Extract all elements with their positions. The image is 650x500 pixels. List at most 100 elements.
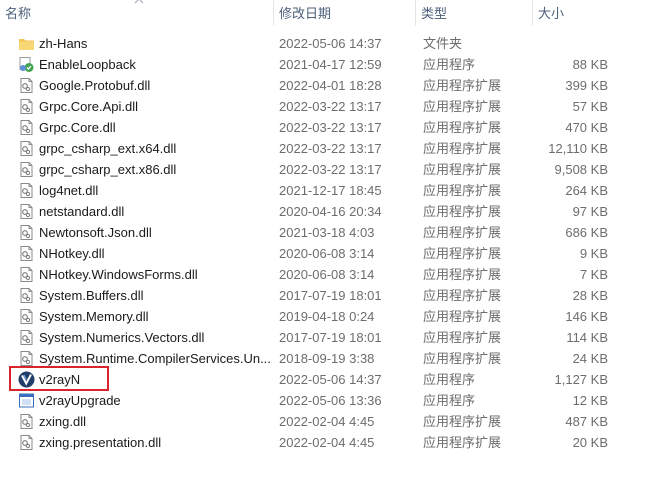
file-name: System.Memory.dll — [39, 309, 149, 324]
file-type: 应用程序扩展 — [423, 351, 502, 366]
file-size: 97 KB — [572, 204, 608, 219]
file-date: 2022-03-22 13:17 — [279, 120, 382, 135]
file-type: 应用程序扩展 — [423, 162, 502, 177]
file-row[interactable]: zh-Hans 2022-05-06 14:37 文件夹 — [0, 33, 650, 54]
dll-icon — [18, 245, 35, 262]
file-type: 应用程序扩展 — [423, 78, 502, 93]
file-type: 应用程序扩展 — [423, 99, 502, 114]
file-name: grpc_csharp_ext.x86.dll — [39, 162, 177, 177]
file-size: 12 KB — [572, 393, 608, 408]
column-header-date[interactable]: 修改日期 — [273, 0, 415, 26]
file-row[interactable]: log4net.dll 2021-12-17 18:45 应用程序扩展 264 KB — [0, 180, 650, 201]
file-size: 28 KB — [572, 288, 608, 303]
file-row[interactable]: Grpc.Core.dll 2022-03-22 13:17 应用程序扩展 470 K… — [0, 117, 650, 138]
v2rayn-highlight-box — [9, 366, 109, 391]
file-date: 2022-05-06 14:37 — [279, 372, 382, 387]
folder-icon — [18, 35, 35, 52]
file-size: 1,127 KB — [554, 372, 609, 387]
file-size: 12,110 KB — [548, 141, 608, 156]
dll-icon — [18, 413, 35, 430]
dll-icon — [18, 77, 35, 94]
file-row[interactable]: Newtonsoft.Json.dll 2021-03-18 4:03 应用程序扩展… — [0, 222, 650, 243]
file-size — [540, 33, 608, 54]
file-row[interactable]: netstandard.dll 2020-04-16 20:34 应用程序扩展 97 … — [0, 201, 650, 222]
file-name: grpc_csharp_ext.x64.dll — [39, 141, 177, 156]
file-name: NHotkey.WindowsForms.dll — [39, 267, 198, 282]
dll-icon — [18, 434, 35, 451]
file-size: 20 KB — [572, 435, 608, 450]
file-type: 应用程序 — [423, 393, 476, 408]
file-name: Google.Protobuf.dll — [39, 78, 151, 93]
column-header-type-label: 类型 — [421, 6, 448, 21]
file-date: 2021-12-17 18:45 — [279, 183, 382, 198]
file-row[interactable]: grpc_csharp_ext.x64.dll 2022-03-22 13:17 应… — [0, 138, 650, 159]
file-row[interactable]: NHotkey.WindowsForms.dll 2020-06-08 3:14 应… — [0, 264, 650, 285]
file-name: netstandard.dll — [39, 204, 125, 219]
file-date: 2019-04-18 0:24 — [279, 309, 375, 324]
column-header-name-label: 名称 — [5, 6, 32, 21]
file-date: 2017-07-19 18:01 — [279, 288, 382, 303]
file-date: 2021-04-17 12:59 — [279, 57, 382, 72]
file-type: 应用程序扩展 — [423, 141, 502, 156]
file-row[interactable]: zxing.dll 2022-02-04 4:45 应用程序扩展 487 KB — [0, 411, 650, 432]
file-date: 2020-06-08 3:14 — [279, 246, 375, 261]
file-row[interactable]: EnableLoopback 2021-04-17 12:59 应用程序 88 KB — [0, 54, 650, 75]
column-header-type[interactable]: 类型 — [415, 0, 532, 26]
file-type: 应用程序扩展 — [423, 204, 502, 219]
file-row[interactable]: zxing.presentation.dll 2022-02-04 4:45 应用程… — [0, 432, 650, 453]
file-name: System.Buffers.dll — [39, 288, 144, 303]
file-date: 2018-09-19 3:38 — [279, 351, 375, 366]
file-type: 应用程序扩展 — [423, 330, 502, 345]
dll-icon — [18, 224, 35, 241]
file-type: 应用程序扩展 — [423, 435, 502, 450]
file-type: 应用程序扩展 — [423, 414, 502, 429]
file-name: Newtonsoft.Json.dll — [39, 225, 152, 240]
file-type: 应用程序扩展 — [423, 246, 502, 261]
column-header-name[interactable]: 名称 — [0, 0, 273, 26]
file-size: 686 KB — [565, 225, 608, 240]
file-name: Grpc.Core.dll — [39, 120, 116, 135]
file-size: 9,508 KB — [554, 162, 609, 177]
file-size: 470 KB — [565, 120, 608, 135]
file-name: v2rayUpgrade — [39, 393, 121, 408]
file-type: 应用程序扩展 — [423, 267, 502, 282]
file-type: 应用程序 — [423, 372, 476, 387]
column-header-bar: 名称 修改日期 类型 大小 — [0, 0, 650, 26]
file-date: 2022-03-22 13:17 — [279, 141, 382, 156]
file-date: 2021-03-18 4:03 — [279, 225, 375, 240]
file-date: 2022-05-06 13:36 — [279, 393, 382, 408]
file-row[interactable]: NHotkey.dll 2020-06-08 3:14 应用程序扩展 9 KB — [0, 243, 650, 264]
file-row[interactable]: System.Numerics.Vectors.dll 2017-07-19 18… — [0, 327, 650, 348]
file-size: 114 KB — [566, 330, 608, 345]
column-header-size-label: 大小 — [538, 6, 565, 21]
dll-icon — [18, 182, 35, 199]
file-size: 24 KB — [572, 351, 608, 366]
file-size: 9 KB — [579, 246, 608, 261]
column-header-date-label: 修改日期 — [279, 6, 332, 21]
file-row[interactable]: v2rayUpgrade 2022-05-06 13:36 应用程序 12 KB — [0, 390, 650, 411]
file-size: 7 KB — [579, 267, 608, 282]
file-name: log4net.dll — [39, 183, 99, 198]
file-size: 88 KB — [572, 57, 608, 72]
file-name: zxing.dll — [39, 414, 86, 429]
file-type: 应用程序 — [423, 57, 476, 72]
file-type: 文件夹 — [423, 36, 463, 51]
column-header-size[interactable]: 大小 — [532, 0, 618, 26]
file-row[interactable]: Grpc.Core.Api.dll 2022-03-22 13:17 应用程序扩展 5… — [0, 96, 650, 117]
dll-icon — [18, 140, 35, 157]
file-date: 2020-04-16 20:34 — [279, 204, 382, 219]
file-date: 2022-02-04 4:45 — [279, 435, 375, 450]
file-date: 2022-02-04 4:45 — [279, 414, 375, 429]
file-row[interactable]: Google.Protobuf.dll 2022-04-01 18:28 应用程序扩… — [0, 75, 650, 96]
file-row[interactable]: System.Buffers.dll 2017-07-19 18:01 应用程序扩展… — [0, 285, 650, 306]
file-type: 应用程序扩展 — [423, 225, 502, 240]
dll-icon — [18, 203, 35, 220]
file-name: NHotkey.dll — [39, 246, 105, 261]
dll-icon — [18, 119, 35, 136]
dll-icon — [18, 98, 35, 115]
file-row[interactable]: grpc_csharp_ext.x86.dll 2022-03-22 13:17 应… — [0, 159, 650, 180]
file-row[interactable]: System.Memory.dll 2019-04-18 0:24 应用程序扩展 14… — [0, 306, 650, 327]
file-name: Grpc.Core.Api.dll — [39, 99, 138, 114]
dll-icon — [18, 308, 35, 325]
file-date: 2022-05-06 14:37 — [279, 36, 382, 51]
